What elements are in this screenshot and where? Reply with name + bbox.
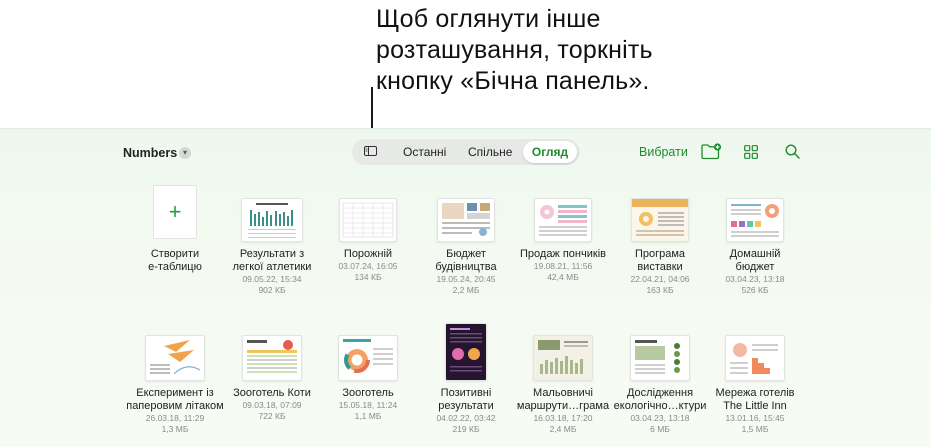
document-item[interactable]: Продаж пончиків 19.08.21, 11:56 42,4 МБ — [508, 198, 618, 283]
doc-date: 19.08.21, 11:56 — [533, 261, 593, 271]
doc-size: 134 КБ — [354, 272, 382, 282]
doc-name: Позитивні результати — [438, 387, 494, 412]
doc-name: Дослідження екологічно…ктури — [613, 387, 707, 412]
doc-date: 19.05.24, 20:45 — [436, 274, 496, 284]
document-item[interactable]: Порожній 03.07.24, 16:05 134 КБ — [313, 198, 423, 283]
document-item[interactable]: Домашній бюджет 03.04.23, 13:18 526 КБ — [700, 198, 810, 296]
document-thumbnail — [242, 335, 302, 381]
callout-line: розташування, торкніть — [376, 36, 653, 64]
document-thumbnail — [339, 198, 397, 242]
doc-size: 722 КБ — [258, 411, 286, 421]
document-item[interactable]: Мережа готелів The Little Inn 13.01.16, 1… — [700, 335, 810, 435]
document-thumbnail — [533, 335, 593, 381]
doc-date: 03.07.24, 16:05 — [338, 261, 398, 271]
doc-size: 902 КБ — [258, 285, 286, 295]
doc-name: Зооготель — [342, 387, 394, 399]
doc-name: Продаж пончиків — [520, 248, 606, 260]
doc-size: 163 КБ — [646, 285, 674, 295]
document-thumbnail — [631, 198, 689, 242]
doc-size: 6 МБ — [650, 424, 670, 434]
document-thumbnail — [630, 335, 690, 381]
document-item[interactable]: Програма виставки 22.04.21, 04:06 163 КБ — [605, 198, 715, 296]
plus-icon[interactable]: + — [153, 185, 197, 239]
document-item[interactable]: Дослідження екологічно…ктури 03.04.23, 13… — [605, 335, 715, 435]
documents-grid: + Створити е-таблицю Результати з легкої… — [0, 128, 931, 447]
document-thumbnail — [437, 198, 495, 242]
doc-date: 03.04.23, 13:18 — [630, 413, 690, 423]
doc-size: 526 КБ — [741, 285, 769, 295]
doc-date: 04.02.22, 03:42 — [436, 413, 496, 423]
doc-size: 2,2 МБ — [452, 285, 480, 295]
document-item[interactable]: Зооготель Коти 09.03.18, 07:09 722 КБ — [217, 335, 327, 422]
document-thumbnail — [241, 198, 303, 242]
document-item[interactable]: Результати з легкої атлетики 09.05.22, 15… — [217, 198, 327, 296]
document-item[interactable]: Експеримент із паперовим літаком 26.03.18… — [120, 335, 230, 435]
doc-name: Мережа готелів The Little Inn — [715, 387, 795, 412]
doc-name: Зооготель Коти — [233, 387, 311, 399]
callout-text: Щоб оглянути інше розташування, торкніть… — [376, 4, 653, 97]
callout-line: Щоб оглянути інше — [376, 5, 601, 33]
doc-name: Бюджет будівництва — [435, 248, 497, 273]
doc-name: Домашній бюджет — [729, 248, 781, 273]
document-thumbnail — [338, 335, 398, 381]
document-item[interactable]: Мальовничі маршрути…грама 16.03.18, 17:20… — [508, 335, 618, 435]
doc-date: 09.05.22, 15:34 — [242, 274, 302, 284]
document-item[interactable]: Зооготель 15.05.18, 11:24 1,1 МБ — [313, 335, 423, 422]
document-thumbnail — [445, 323, 487, 381]
doc-date: 13.01.16, 15:45 — [725, 413, 785, 423]
doc-size: 1,5 МБ — [741, 424, 769, 434]
document-thumbnail — [145, 335, 205, 381]
doc-size: 1,3 МБ — [161, 424, 189, 434]
document-item[interactable]: Позитивні результати 04.02.22, 03:42 219 … — [411, 323, 521, 435]
document-item[interactable]: Бюджет будівництва 19.05.24, 20:45 2,2 МБ — [411, 198, 521, 296]
create-spreadsheet-item[interactable]: + Створити е-таблицю — [120, 185, 230, 274]
doc-size: 219 КБ — [452, 424, 480, 434]
doc-name: Результати з легкої атлетики — [232, 248, 312, 273]
doc-size: 42,4 МБ — [547, 272, 579, 282]
doc-name: Експеримент із паперовим літаком — [126, 387, 224, 412]
callout-line: кнопку «Бічна панель». — [376, 67, 650, 95]
doc-size: 2,4 МБ — [549, 424, 577, 434]
document-thumbnail — [726, 198, 784, 242]
doc-name: Створити е-таблицю — [148, 248, 202, 273]
doc-date: 22.04.21, 04:06 — [630, 274, 690, 284]
document-browser: Numbers ▾ Останні Спільне Огляд Вибрати … — [0, 128, 931, 447]
doc-size: 1,1 МБ — [354, 411, 382, 421]
doc-name: Мальовничі маршрути…грама — [516, 387, 610, 412]
document-thumbnail — [534, 198, 592, 242]
doc-date: 26.03.18, 11:29 — [145, 413, 205, 423]
doc-date: 09.03.18, 07:09 — [242, 400, 302, 410]
doc-name: Програма виставки — [634, 248, 686, 273]
doc-date: 16.03.18, 17:20 — [533, 413, 593, 423]
document-thumbnail — [725, 335, 785, 381]
doc-name: Порожній — [343, 248, 393, 260]
doc-date: 15.05.18, 11:24 — [338, 400, 398, 410]
doc-date: 03.04.23, 13:18 — [725, 274, 785, 284]
